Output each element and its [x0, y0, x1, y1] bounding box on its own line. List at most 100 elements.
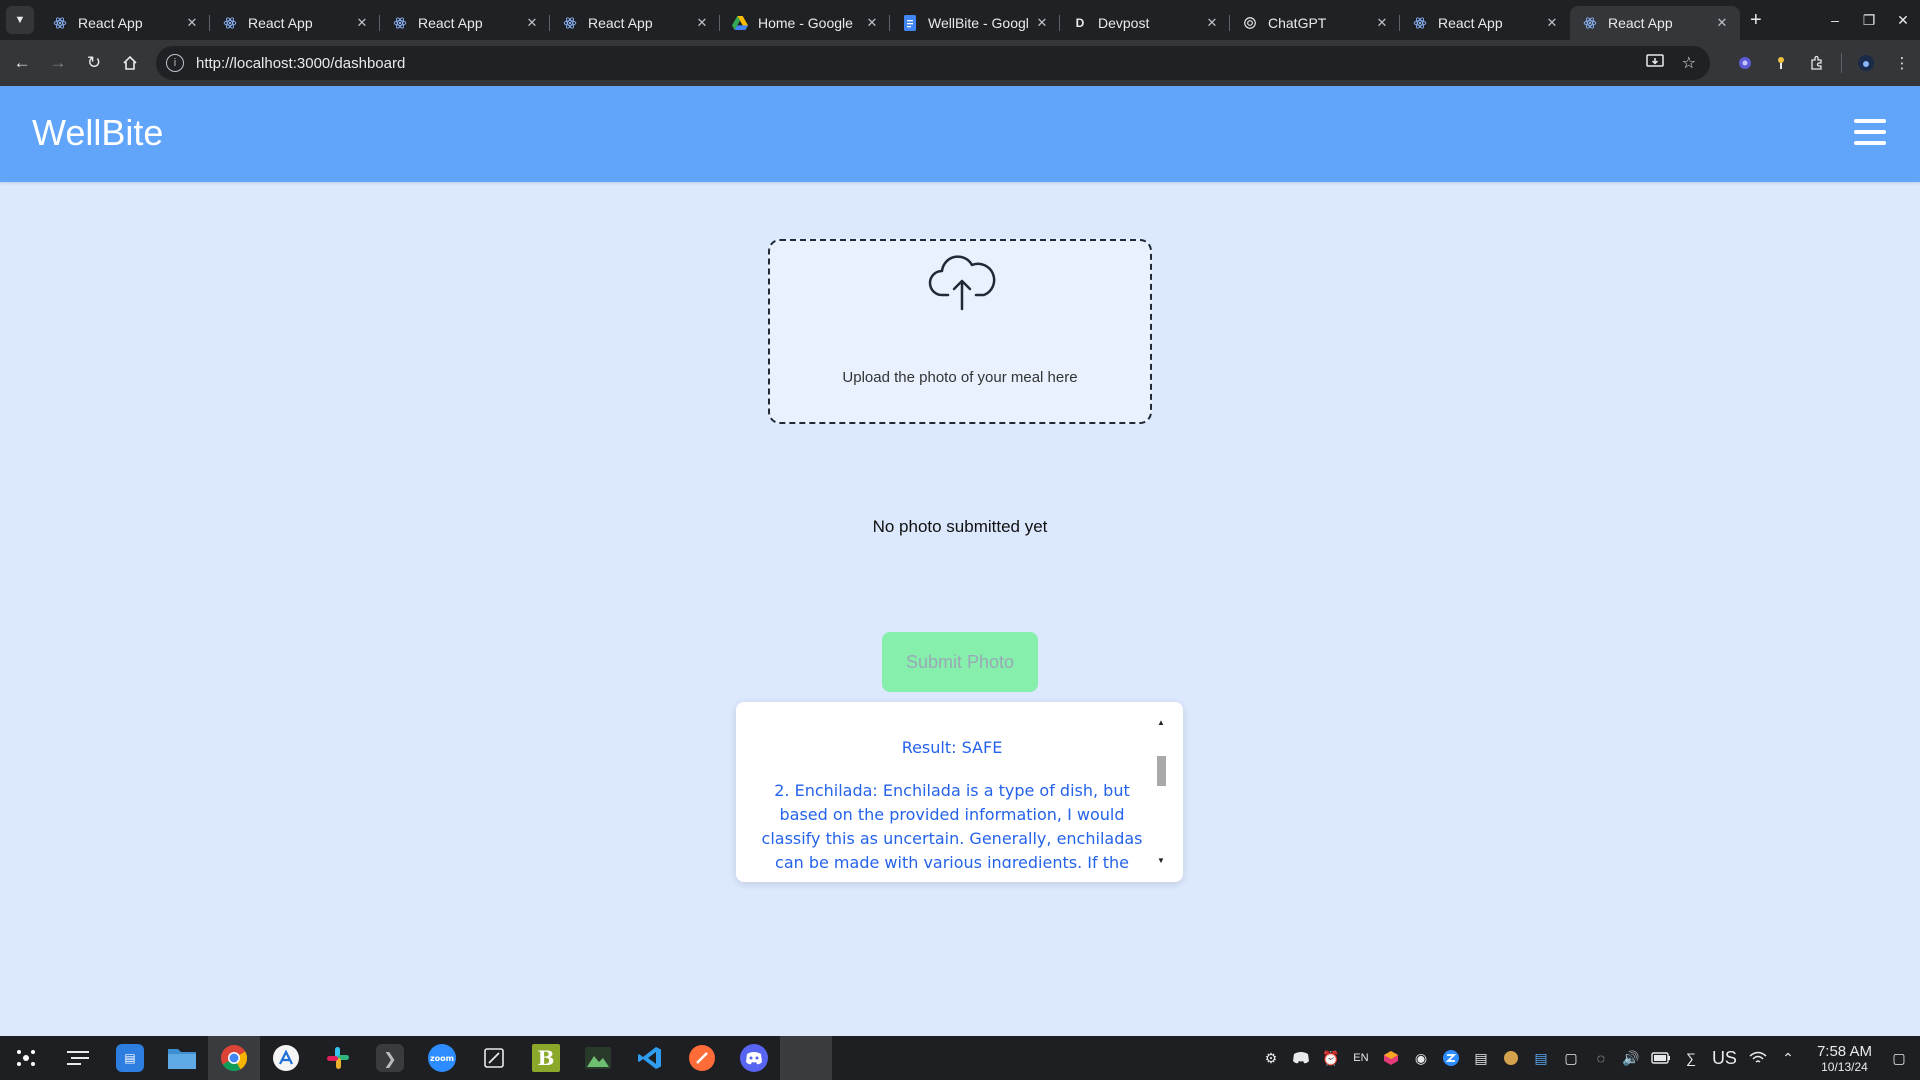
- wifi-icon[interactable]: [1743, 1036, 1773, 1080]
- browser-tab-active[interactable]: React App ✕: [1570, 6, 1740, 40]
- browser-tab[interactable]: Home - Google ✕: [720, 6, 890, 40]
- browser-tab[interactable]: D Devpost ✕: [1060, 6, 1230, 40]
- launcher-icon[interactable]: [0, 1036, 52, 1080]
- google-docs-icon: [902, 15, 918, 31]
- blank-window-icon[interactable]: [780, 1036, 832, 1080]
- system-tray: ⚙ ⏰ EN ◉ ▤ ▤ ▢ ◌ 🔊 ∑ US ⌃ 7:58 AM 10/13/…: [1256, 1036, 1920, 1080]
- close-icon[interactable]: ✕: [1544, 15, 1560, 31]
- close-icon[interactable]: ✕: [1204, 15, 1220, 31]
- screenshot-icon[interactable]: ▢: [1556, 1036, 1586, 1080]
- coin-icon[interactable]: [1496, 1036, 1526, 1080]
- result-scrollbar[interactable]: ▲ ▼: [1155, 716, 1167, 868]
- vscode-icon[interactable]: [624, 1036, 676, 1080]
- install-app-icon[interactable]: [1645, 53, 1664, 74]
- browser-tab[interactable]: React App ✕: [40, 6, 210, 40]
- keyboard-layout[interactable]: EN: [1346, 1036, 1376, 1080]
- close-icon[interactable]: ✕: [354, 15, 370, 31]
- clipboard-icon[interactable]: ▤: [1466, 1036, 1496, 1080]
- result-scroll-area[interactable]: Result: SAFE 2. Enchilada: Enchilada is …: [752, 716, 1174, 868]
- back-icon[interactable]: ←: [4, 45, 40, 81]
- google-drive-icon: [732, 15, 748, 31]
- clock-time: 7:58 AM: [1816, 1042, 1872, 1060]
- close-icon[interactable]: ✕: [524, 15, 540, 31]
- hamburger-menu-icon[interactable]: [1854, 119, 1886, 145]
- close-icon[interactable]: ✕: [864, 15, 880, 31]
- slack-icon[interactable]: [312, 1036, 364, 1080]
- tab-title: React App: [1438, 15, 1503, 31]
- zoom-icon[interactable]: zoom: [416, 1036, 468, 1080]
- clock-date: 10/13/24: [1821, 1059, 1868, 1074]
- site-info-icon[interactable]: i: [166, 54, 184, 72]
- b-app-icon[interactable]: B: [520, 1036, 572, 1080]
- submission-status: No photo submitted yet: [872, 517, 1048, 536]
- task-manager-icon[interactable]: [52, 1036, 104, 1080]
- tab-search-button[interactable]: ▼: [6, 6, 34, 34]
- extension-pin-icon[interactable]: [1763, 45, 1799, 81]
- volume-icon[interactable]: 🔊: [1616, 1036, 1646, 1080]
- tray-app-icon[interactable]: ◌: [1586, 1036, 1616, 1080]
- reload-icon[interactable]: ↻: [76, 45, 112, 81]
- close-icon[interactable]: ✕: [694, 15, 710, 31]
- close-window-icon[interactable]: ✕: [1886, 0, 1920, 40]
- browser-tab[interactable]: React App ✕: [1400, 6, 1570, 40]
- close-icon[interactable]: ✕: [184, 15, 200, 31]
- notifications-icon[interactable]: ⚙: [1256, 1036, 1286, 1080]
- b-app-label: B: [532, 1044, 560, 1072]
- discord-tray-icon[interactable]: [1286, 1036, 1316, 1080]
- tab-title: WellBite - Googl: [928, 15, 1029, 31]
- address-bar[interactable]: i http://localhost:3000/dashboard ☆: [156, 46, 1710, 80]
- files-icon[interactable]: [156, 1036, 208, 1080]
- upload-label: Upload the photo of your meal here: [842, 369, 1078, 386]
- tab-title: Devpost: [1098, 15, 1150, 31]
- react-icon: [1582, 15, 1598, 31]
- system-clock[interactable]: 7:58 AM 10/13/24: [1817, 1043, 1872, 1074]
- app-store-icon[interactable]: [260, 1036, 312, 1080]
- app-title[interactable]: WellBite: [32, 112, 163, 154]
- scroll-down-icon[interactable]: ▼: [1155, 854, 1167, 868]
- minimize-icon[interactable]: –: [1818, 0, 1852, 40]
- sync-icon[interactable]: ◉: [1406, 1036, 1436, 1080]
- profile-avatar[interactable]: [1848, 45, 1884, 81]
- chrome-icon[interactable]: [208, 1036, 260, 1080]
- home-icon[interactable]: [112, 45, 148, 81]
- discord-icon[interactable]: [728, 1036, 780, 1080]
- window-controls: – ❐ ✕: [1818, 0, 1920, 40]
- bookmark-star-icon[interactable]: ☆: [1682, 53, 1696, 73]
- locale-label[interactable]: US: [1712, 1048, 1737, 1069]
- tray-expand-icon[interactable]: ⌃: [1773, 1036, 1803, 1080]
- notes-icon[interactable]: [468, 1036, 520, 1080]
- browser-tab[interactable]: React App ✕: [380, 6, 550, 40]
- forward-icon[interactable]: →: [40, 45, 76, 81]
- devpost-icon: D: [1075, 16, 1085, 30]
- battery-icon[interactable]: [1646, 1036, 1676, 1080]
- close-icon[interactable]: ✕: [1034, 15, 1050, 31]
- scrollbar-thumb[interactable]: [1157, 756, 1166, 786]
- submit-photo-button[interactable]: Submit Photo: [882, 632, 1038, 692]
- react-icon: [392, 15, 408, 31]
- scroll-up-icon[interactable]: ▲: [1155, 716, 1167, 730]
- close-icon[interactable]: ✕: [1714, 15, 1730, 31]
- chat-icon[interactable]: ▤: [1526, 1036, 1556, 1080]
- terminal-icon[interactable]: ❯: [364, 1036, 416, 1080]
- more-menu-icon[interactable]: ⋮: [1884, 45, 1920, 81]
- browser-tab[interactable]: WellBite - Googl ✕: [890, 6, 1060, 40]
- bluetooth-icon[interactable]: ∑: [1676, 1036, 1706, 1080]
- show-desktop-icon[interactable]: ▢: [1884, 1036, 1914, 1080]
- alarm-icon[interactable]: ⏰: [1316, 1036, 1346, 1080]
- browser-tab-strip: ▼ React App ✕ React App ✕ React App ✕ Re…: [0, 0, 1920, 40]
- tab-title: React App: [78, 15, 143, 31]
- browser-tab[interactable]: ChatGPT ✕: [1230, 6, 1400, 40]
- postman-icon[interactable]: [676, 1036, 728, 1080]
- new-tab-icon[interactable]: +: [1750, 9, 1762, 32]
- colorful-app-icon[interactable]: [1376, 1036, 1406, 1080]
- browser-tab[interactable]: React App ✕: [210, 6, 380, 40]
- store-icon[interactable]: ▤: [104, 1036, 156, 1080]
- restore-icon[interactable]: ❐: [1852, 0, 1886, 40]
- upload-dropzone[interactable]: Upload the photo of your meal here: [768, 239, 1152, 424]
- zoom-tray-icon[interactable]: [1436, 1036, 1466, 1080]
- browser-tab[interactable]: React App ✕: [550, 6, 720, 40]
- image-viewer-icon[interactable]: [572, 1036, 624, 1080]
- extensions-puzzle-icon[interactable]: [1799, 45, 1835, 81]
- extension-icon[interactable]: [1727, 45, 1763, 81]
- close-icon[interactable]: ✕: [1374, 15, 1390, 31]
